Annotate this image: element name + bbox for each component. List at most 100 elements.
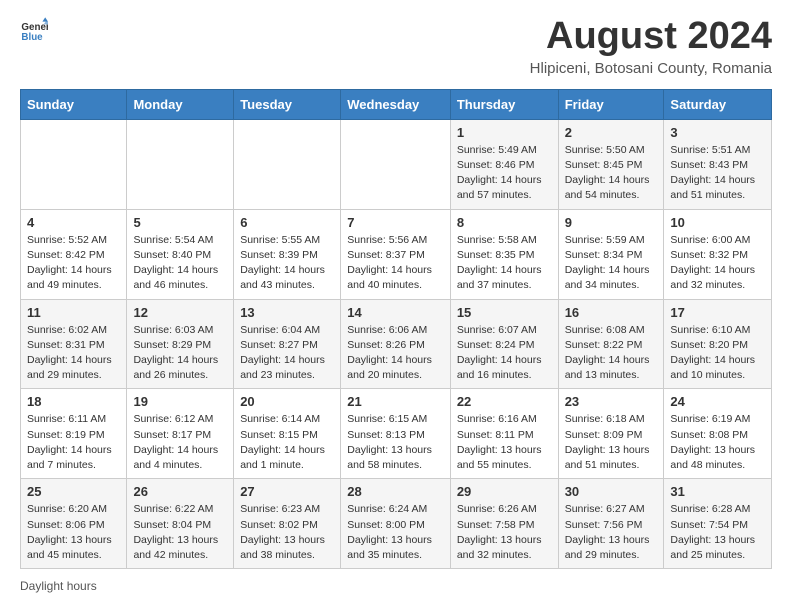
calendar-cell: 23 Sunrise: 6:18 AM Sunset: 8:09 PM Dayli… — [558, 389, 664, 479]
calendar-cell: 10 Sunrise: 6:00 AM Sunset: 8:32 PM Dayli… — [664, 209, 772, 299]
calendar-cell: 25 Sunrise: 6:20 AM Sunset: 8:06 PM Dayli… — [21, 479, 127, 569]
calendar-cell: 27 Sunrise: 6:23 AM Sunset: 8:02 PM Dayli… — [234, 479, 341, 569]
day-number: 10 — [670, 215, 765, 230]
day-info: Sunrise: 5:49 AM Sunset: 8:46 PM Dayligh… — [457, 143, 552, 204]
calendar-day-header: Monday — [127, 89, 234, 119]
day-number: 29 — [457, 484, 552, 499]
day-info: Sunrise: 6:03 AM Sunset: 8:29 PM Dayligh… — [133, 323, 227, 384]
day-number: 12 — [133, 305, 227, 320]
day-info: Sunrise: 6:16 AM Sunset: 8:11 PM Dayligh… — [457, 412, 552, 473]
calendar-cell: 30 Sunrise: 6:27 AM Sunset: 7:56 PM Dayli… — [558, 479, 664, 569]
day-info: Sunrise: 6:19 AM Sunset: 8:08 PM Dayligh… — [670, 412, 765, 473]
day-number: 2 — [565, 125, 658, 140]
day-number: 25 — [27, 484, 120, 499]
day-number: 30 — [565, 484, 658, 499]
day-info: Sunrise: 5:58 AM Sunset: 8:35 PM Dayligh… — [457, 233, 552, 294]
calendar-cell: 12 Sunrise: 6:03 AM Sunset: 8:29 PM Dayli… — [127, 299, 234, 389]
calendar-table: SundayMondayTuesdayWednesdayThursdayFrid… — [20, 89, 772, 569]
day-info: Sunrise: 6:20 AM Sunset: 8:06 PM Dayligh… — [27, 502, 120, 563]
day-info: Sunrise: 6:24 AM Sunset: 8:00 PM Dayligh… — [347, 502, 444, 563]
day-number: 8 — [457, 215, 552, 230]
day-number: 6 — [240, 215, 334, 230]
calendar-cell: 24Sunrise: 6:19 AM Sunset: 8:08 PM Dayli… — [664, 389, 772, 479]
calendar-day-header: Sunday — [21, 89, 127, 119]
day-info: Sunrise: 6:00 AM Sunset: 8:32 PM Dayligh… — [670, 233, 765, 294]
calendar-cell — [21, 119, 127, 209]
day-info: Sunrise: 6:15 AM Sunset: 8:13 PM Dayligh… — [347, 412, 444, 473]
day-info: Sunrise: 6:06 AM Sunset: 8:26 PM Dayligh… — [347, 323, 444, 384]
calendar-cell: 14 Sunrise: 6:06 AM Sunset: 8:26 PM Dayli… — [341, 299, 451, 389]
day-info: Sunrise: 6:26 AM Sunset: 7:58 PM Dayligh… — [457, 502, 552, 563]
logo: General Blue — [20, 16, 48, 44]
day-number: 26 — [133, 484, 227, 499]
day-info: Sunrise: 6:14 AM Sunset: 8:15 PM Dayligh… — [240, 412, 334, 473]
day-number: 13 — [240, 305, 334, 320]
day-number: 14 — [347, 305, 444, 320]
day-number: 5 — [133, 215, 227, 230]
calendar-week-row: 4 Sunrise: 5:52 AM Sunset: 8:42 PM Daylig… — [21, 209, 772, 299]
day-number: 19 — [133, 394, 227, 409]
calendar-cell: 28 Sunrise: 6:24 AM Sunset: 8:00 PM Dayli… — [341, 479, 451, 569]
page-title: August 2024 — [530, 16, 772, 58]
day-number: 27 — [240, 484, 334, 499]
day-info: Sunrise: 6:10 AM Sunset: 8:20 PM Dayligh… — [670, 323, 765, 384]
calendar-week-row: 25 Sunrise: 6:20 AM Sunset: 8:06 PM Dayli… — [21, 479, 772, 569]
calendar-cell — [341, 119, 451, 209]
day-info: Sunrise: 5:56 AM Sunset: 8:37 PM Dayligh… — [347, 233, 444, 294]
day-info: Sunrise: 5:54 AM Sunset: 8:40 PM Dayligh… — [133, 233, 227, 294]
calendar-cell — [234, 119, 341, 209]
page-subtitle: Hlipiceni, Botosani County, Romania — [530, 60, 772, 77]
calendar-cell: 1 Sunrise: 5:49 AM Sunset: 8:46 PM Daylig… — [450, 119, 558, 209]
calendar-cell: 20Sunrise: 6:14 AM Sunset: 8:15 PM Dayli… — [234, 389, 341, 479]
calendar-cell: 7 Sunrise: 5:56 AM Sunset: 8:37 PM Daylig… — [341, 209, 451, 299]
calendar-week-row: 11 Sunrise: 6:02 AM Sunset: 8:31 PM Dayli… — [21, 299, 772, 389]
calendar-header-row: SundayMondayTuesdayWednesdayThursdayFrid… — [21, 89, 772, 119]
svg-text:Blue: Blue — [21, 32, 43, 43]
day-info: Sunrise: 6:11 AM Sunset: 8:19 PM Dayligh… — [27, 412, 120, 473]
header: General Blue August 2024 Hlipiceni, Boto… — [20, 16, 772, 77]
calendar-week-row: 18 Sunrise: 6:11 AM Sunset: 8:19 PM Dayli… — [21, 389, 772, 479]
day-info: Sunrise: 6:18 AM Sunset: 8:09 PM Dayligh… — [565, 412, 658, 473]
day-info: Sunrise: 5:59 AM Sunset: 8:34 PM Dayligh… — [565, 233, 658, 294]
day-number: 18 — [27, 394, 120, 409]
calendar-day-header: Tuesday — [234, 89, 341, 119]
day-number: 9 — [565, 215, 658, 230]
calendar-cell: 3Sunrise: 5:51 AM Sunset: 8:43 PM Daylig… — [664, 119, 772, 209]
day-number: 16 — [565, 305, 658, 320]
day-number: 28 — [347, 484, 444, 499]
day-info: Sunrise: 6:12 AM Sunset: 8:17 PM Dayligh… — [133, 412, 227, 473]
day-info: Sunrise: 5:51 AM Sunset: 8:43 PM Dayligh… — [670, 143, 765, 204]
calendar-cell: 6Sunrise: 5:55 AM Sunset: 8:39 PM Daylig… — [234, 209, 341, 299]
day-info: Sunrise: 6:04 AM Sunset: 8:27 PM Dayligh… — [240, 323, 334, 384]
calendar-cell: 5 Sunrise: 5:54 AM Sunset: 8:40 PM Daylig… — [127, 209, 234, 299]
day-info: Sunrise: 6:22 AM Sunset: 8:04 PM Dayligh… — [133, 502, 227, 563]
calendar-cell: 2Sunrise: 5:50 AM Sunset: 8:45 PM Daylig… — [558, 119, 664, 209]
calendar-cell: 13 Sunrise: 6:04 AM Sunset: 8:27 PM Dayli… — [234, 299, 341, 389]
day-info: Sunrise: 5:52 AM Sunset: 8:42 PM Dayligh… — [27, 233, 120, 294]
day-number: 31 — [670, 484, 765, 499]
day-info: Sunrise: 6:08 AM Sunset: 8:22 PM Dayligh… — [565, 323, 658, 384]
calendar-cell: 26 Sunrise: 6:22 AM Sunset: 8:04 PM Dayli… — [127, 479, 234, 569]
day-number: 17 — [670, 305, 765, 320]
day-number: 4 — [27, 215, 120, 230]
day-number: 11 — [27, 305, 120, 320]
day-info: Sunrise: 6:23 AM Sunset: 8:02 PM Dayligh… — [240, 502, 334, 563]
day-number: 7 — [347, 215, 444, 230]
day-info: Sunrise: 6:07 AM Sunset: 8:24 PM Dayligh… — [457, 323, 552, 384]
day-info: Sunrise: 6:02 AM Sunset: 8:31 PM Dayligh… — [27, 323, 120, 384]
calendar-cell: 31Sunrise: 6:28 AM Sunset: 7:54 PM Dayli… — [664, 479, 772, 569]
calendar-cell: 8 Sunrise: 5:58 AM Sunset: 8:35 PM Daylig… — [450, 209, 558, 299]
day-number: 23 — [565, 394, 658, 409]
calendar-cell — [127, 119, 234, 209]
day-info: Sunrise: 6:27 AM Sunset: 7:56 PM Dayligh… — [565, 502, 658, 563]
calendar-cell: 29 Sunrise: 6:26 AM Sunset: 7:58 PM Dayli… — [450, 479, 558, 569]
calendar-cell: 19 Sunrise: 6:12 AM Sunset: 8:17 PM Dayli… — [127, 389, 234, 479]
calendar-cell: 4 Sunrise: 5:52 AM Sunset: 8:42 PM Daylig… — [21, 209, 127, 299]
calendar-cell: 17 Sunrise: 6:10 AM Sunset: 8:20 PM Dayli… — [664, 299, 772, 389]
day-number: 21 — [347, 394, 444, 409]
calendar-cell: 15Sunrise: 6:07 AM Sunset: 8:24 PM Dayli… — [450, 299, 558, 389]
day-number: 22 — [457, 394, 552, 409]
footer-note: Daylight hours — [20, 579, 772, 593]
logo-icon: General Blue — [20, 16, 48, 44]
day-number: 1 — [457, 125, 552, 140]
